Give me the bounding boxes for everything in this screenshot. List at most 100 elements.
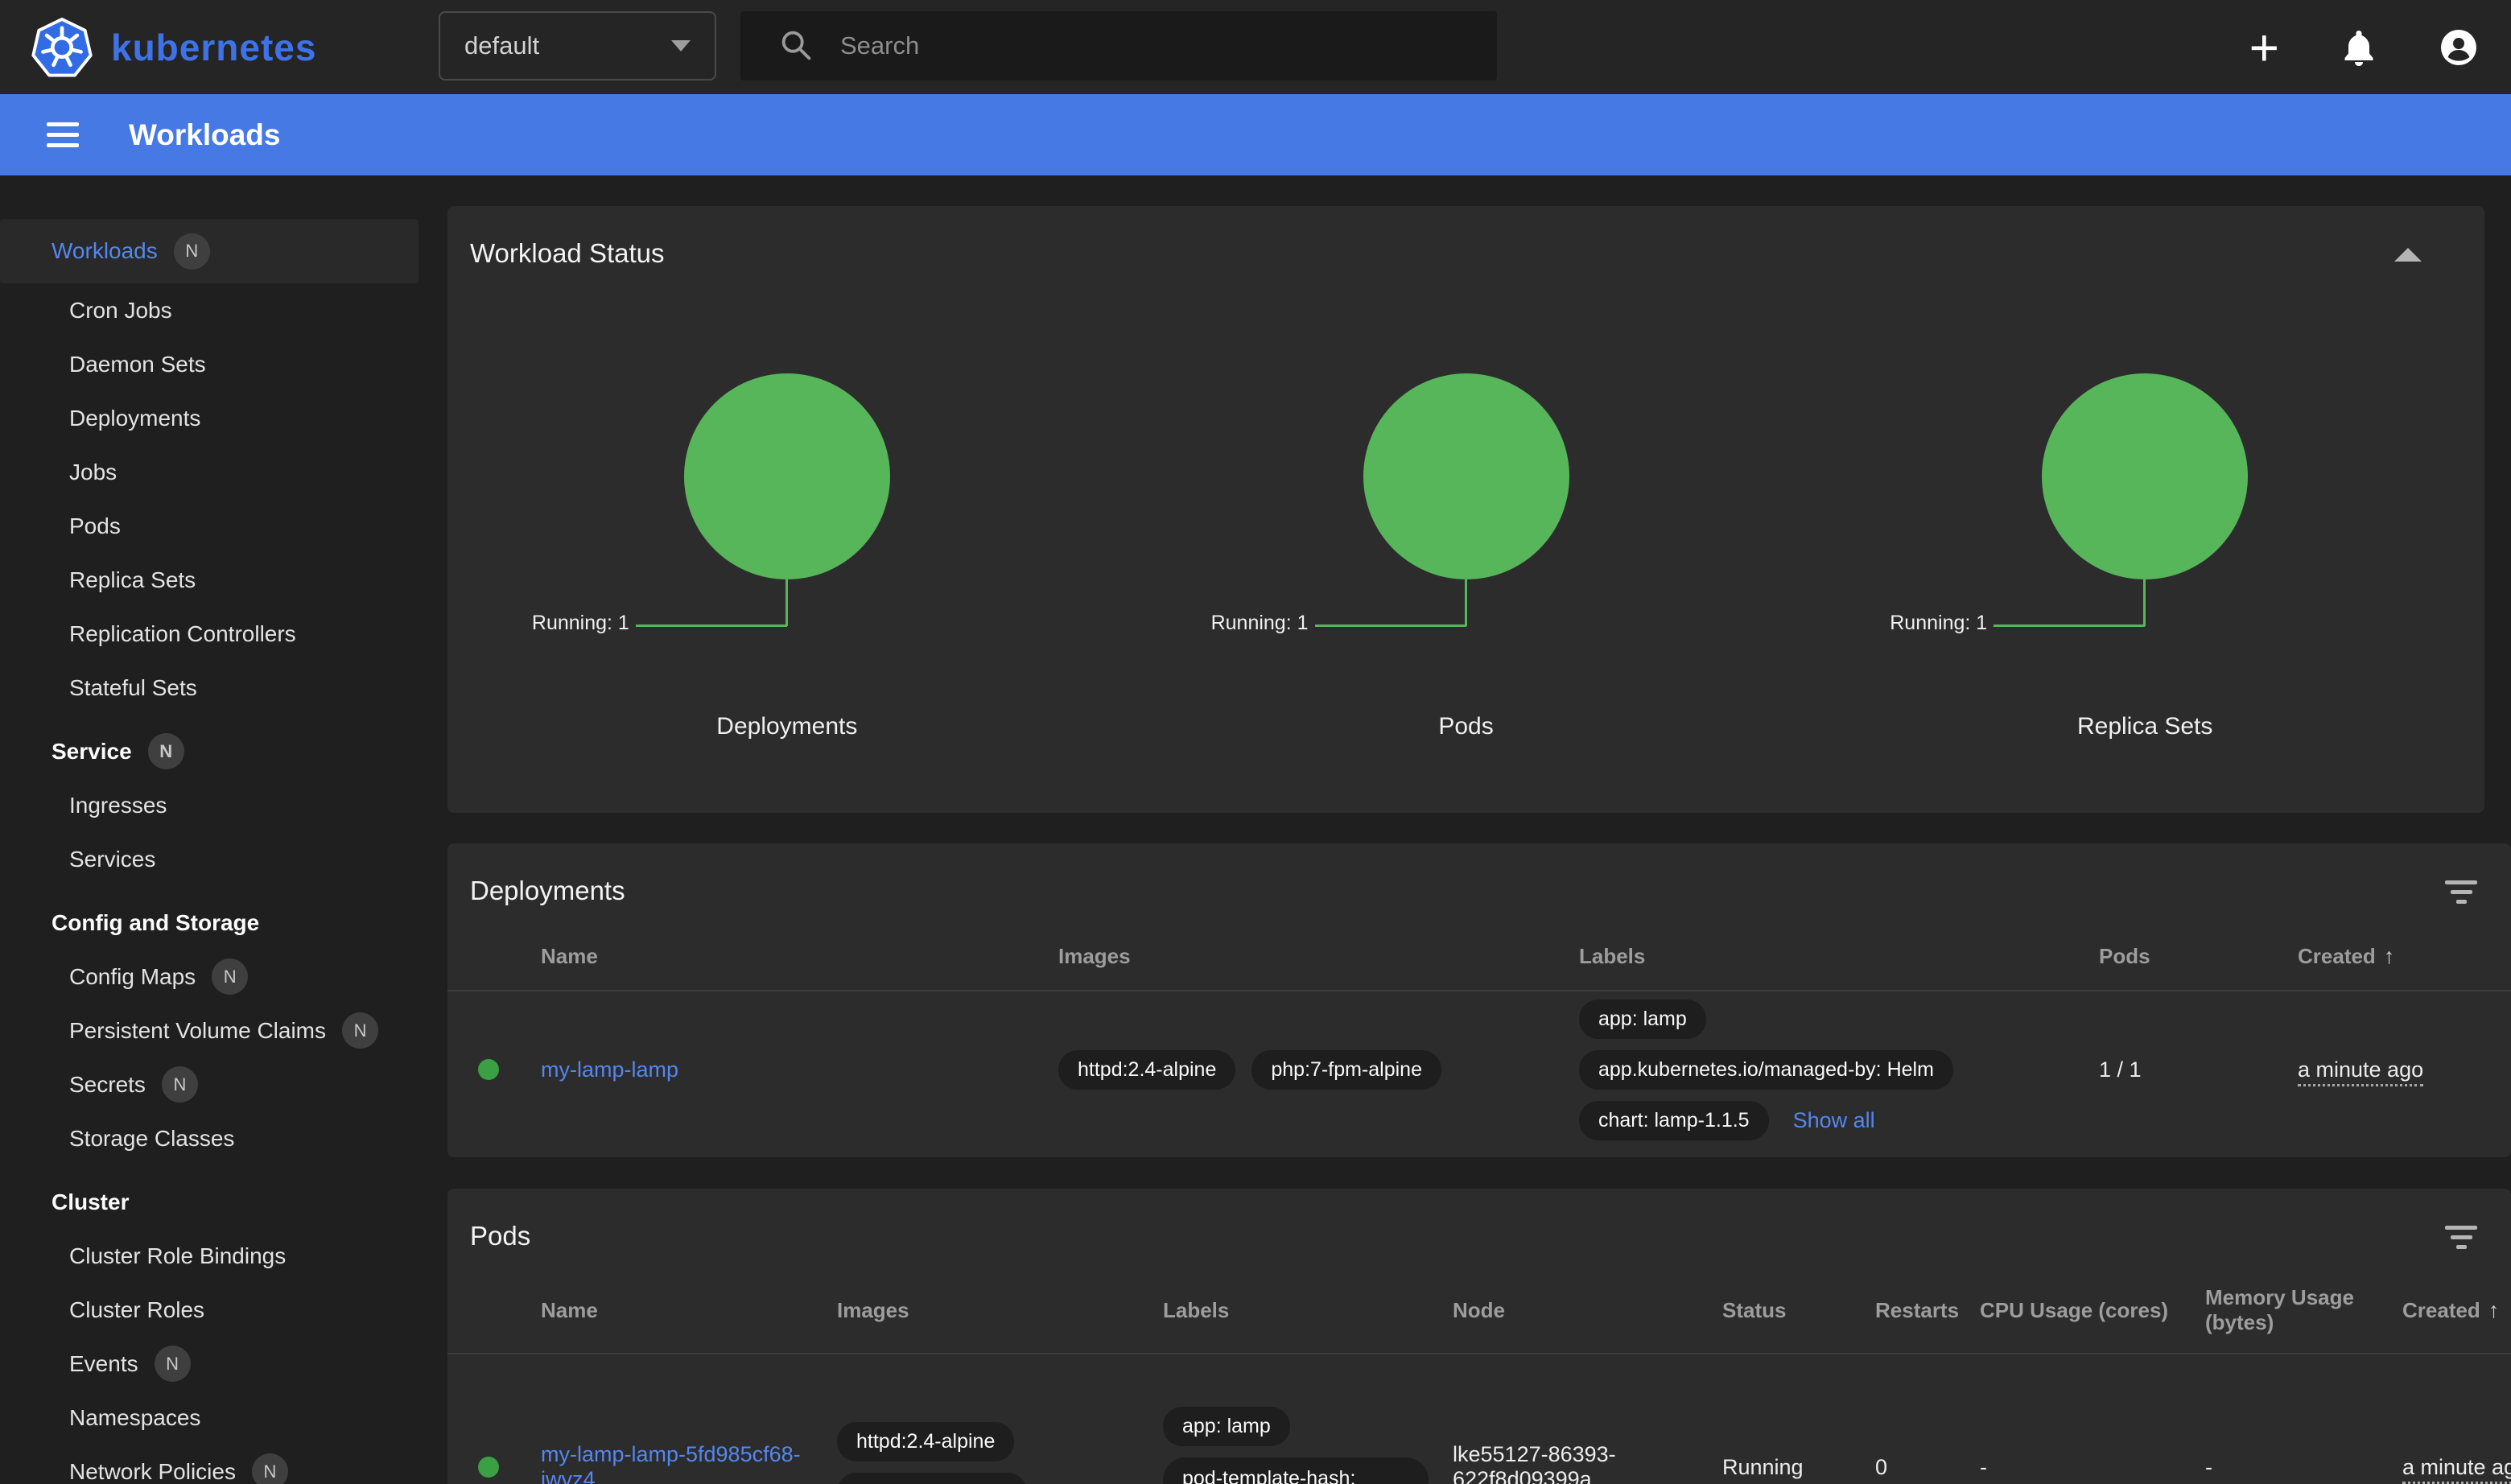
- filter-icon[interactable]: [2445, 880, 2477, 904]
- search-box: [740, 11, 1497, 80]
- namespaced-badge: N: [174, 233, 210, 270]
- image-chip: php:7-fpm-alpine: [1251, 1050, 1441, 1090]
- sidebar-item-replica-sets[interactable]: Replica Sets: [0, 553, 418, 607]
- kubernetes-wheel-icon: [31, 16, 93, 79]
- column-header-created[interactable]: Created↑: [2298, 944, 2511, 969]
- sidebar-item-network-policies[interactable]: Network Policies N: [0, 1445, 418, 1484]
- filter-icon[interactable]: [2445, 1226, 2477, 1249]
- deployment-images-cell: httpd:2.4-alpine php:7-fpm-alpine: [1058, 1050, 1579, 1090]
- namespaced-badge: N: [252, 1453, 288, 1484]
- pie-leader-line: [636, 625, 787, 627]
- sidebar-section-cluster[interactable]: Cluster: [0, 1175, 418, 1229]
- pie-chart-title: Replica Sets: [2077, 713, 2212, 740]
- sidebar-item-ingresses[interactable]: Ingresses: [0, 778, 418, 832]
- column-header-name[interactable]: Name: [541, 944, 1058, 969]
- column-header-memory-usage[interactable]: Memory Usage (bytes): [2205, 1285, 2402, 1335]
- status-ok-icon: [478, 1457, 499, 1478]
- deployment-pods-cell: 1 / 1: [2099, 1057, 2298, 1082]
- sidebar-item-services[interactable]: Services: [0, 832, 418, 886]
- account-circle-icon[interactable]: [2439, 27, 2479, 68]
- sidebar-section-service[interactable]: Service N: [0, 724, 418, 778]
- column-header-node[interactable]: Node: [1453, 1298, 1722, 1323]
- sidebar-item-jobs[interactable]: Jobs: [0, 445, 418, 499]
- column-header-images[interactable]: Images: [1058, 944, 1579, 969]
- search-icon: [777, 27, 816, 65]
- sidebar-item-workloads[interactable]: Workloads N: [0, 219, 418, 283]
- column-header-cpu-usage[interactable]: CPU Usage (cores): [1980, 1298, 2205, 1323]
- sidebar-item-pods[interactable]: Pods: [0, 499, 418, 553]
- pie-leader-line: [1994, 625, 2145, 627]
- deployments-table-header: Name Images Labels Pods Created↑: [447, 922, 2511, 991]
- relative-timestamp: a minute ago: [2402, 1455, 2511, 1484]
- workload-status-charts: Running: 1 Deployments Running: 1 Pods: [447, 373, 2484, 740]
- sort-ascending-icon: ↑: [2384, 944, 2395, 968]
- collapse-card-icon[interactable]: [2394, 248, 2422, 262]
- sidebar-item-storage-classes[interactable]: Storage Classes: [0, 1111, 418, 1165]
- label-chip: app: lamp: [1579, 1000, 1706, 1039]
- deployment-labels-cell: app: lamp app.kubernetes.io/managed-by: …: [1579, 1000, 2099, 1140]
- sidebar-item-replication-controllers[interactable]: Replication Controllers: [0, 607, 418, 661]
- sidebar-item-namespaces[interactable]: Namespaces: [0, 1391, 418, 1445]
- pie-chart-title: Deployments: [716, 713, 857, 740]
- column-header-labels[interactable]: Labels: [1579, 944, 2099, 969]
- column-header-images[interactable]: Images: [837, 1298, 1163, 1323]
- namespace-select[interactable]: default: [439, 11, 716, 80]
- sidebar: Workloads N Cron Jobs Daemon Sets Deploy…: [0, 175, 418, 1484]
- column-header-name[interactable]: Name: [541, 1298, 837, 1323]
- namespaced-badge: N: [342, 1012, 378, 1049]
- pie-slice-running: [1363, 373, 1569, 579]
- pods-card: Pods Name Images Labels Node Status Rest…: [447, 1189, 2511, 1484]
- column-header-created[interactable]: Created↑: [2402, 1298, 2511, 1323]
- pie-chart-title: Pods: [1438, 713, 1493, 740]
- pod-memory-cell: -: [2205, 1455, 2402, 1480]
- sidebar-item-events[interactable]: Events N: [0, 1337, 418, 1391]
- relative-timestamp: a minute ago: [2298, 1057, 2423, 1086]
- pod-created-cell: a minute ago: [2402, 1455, 2511, 1480]
- pod-restarts-cell: 0: [1875, 1455, 1980, 1480]
- sidebar-item-cluster-role-bindings[interactable]: Cluster Role Bindings: [0, 1229, 418, 1283]
- image-chip: httpd:2.4-alpine: [837, 1422, 1014, 1461]
- pods-table-header: Name Images Labels Node Status Restarts …: [447, 1268, 2511, 1354]
- status-ok-icon: [478, 1059, 499, 1080]
- column-header-labels[interactable]: Labels: [1163, 1298, 1453, 1323]
- create-resource-button[interactable]: +: [2249, 22, 2279, 73]
- column-header-pods[interactable]: Pods: [2099, 944, 2298, 969]
- deployment-created-cell: a minute ago: [2298, 1057, 2511, 1082]
- deployments-pie-chart: Running: 1 Deployments: [447, 373, 1127, 740]
- sidebar-item-stateful-sets[interactable]: Stateful Sets: [0, 661, 418, 715]
- menu-icon[interactable]: [47, 122, 79, 147]
- pod-status-cell: Running: [1722, 1455, 1875, 1480]
- sidebar-section-config-and-storage[interactable]: Config and Storage: [0, 896, 418, 950]
- status-cell: [470, 1457, 541, 1478]
- column-header-status[interactable]: Status: [1722, 1298, 1875, 1323]
- sidebar-item-cron-jobs[interactable]: Cron Jobs: [0, 283, 418, 337]
- pie-callout-label: Running: 1: [532, 612, 629, 635]
- deployment-name-cell: my-lamp-lamp: [541, 1057, 1058, 1082]
- sidebar-item-daemon-sets[interactable]: Daemon Sets: [0, 337, 418, 391]
- sidebar-item-persistent-volume-claims[interactable]: Persistent Volume Claims N: [0, 1004, 418, 1057]
- sidebar-item-cluster-roles[interactable]: Cluster Roles: [0, 1283, 418, 1337]
- pie-callout-label: Running: 1: [1211, 612, 1309, 635]
- label-chip: chart: lamp-1.1.5: [1579, 1101, 1769, 1140]
- namespace-select-value: default: [464, 31, 539, 60]
- label-chip: app: lamp: [1163, 1407, 1290, 1446]
- namespaced-badge: N: [155, 1346, 191, 1382]
- pod-node-cell: lke55127-86393-622f8d09399a: [1453, 1442, 1722, 1484]
- sidebar-item-deployments[interactable]: Deployments: [0, 391, 418, 445]
- kubernetes-logo[interactable]: kubernetes: [0, 16, 316, 79]
- page-title: Workloads: [129, 118, 280, 152]
- namespaced-badge: N: [212, 958, 248, 995]
- pods-title: Pods: [447, 1189, 2511, 1251]
- chevron-down-icon: [671, 40, 691, 52]
- search-input[interactable]: [840, 31, 1452, 60]
- sidebar-item-secrets[interactable]: Secrets N: [0, 1057, 418, 1111]
- sidebar-item-config-maps[interactable]: Config Maps N: [0, 950, 418, 1004]
- pie-callout-label: Running: 1: [1890, 612, 1987, 635]
- deployment-link[interactable]: my-lamp-lamp: [541, 1057, 678, 1082]
- notifications-bell-icon[interactable]: [2339, 27, 2379, 68]
- show-all-labels-link[interactable]: Show all: [1793, 1108, 1875, 1133]
- column-header-restarts[interactable]: Restarts: [1875, 1298, 1980, 1323]
- pie-leader-line: [2143, 579, 2146, 626]
- label-chip: pod-template-hash: 5fd985cf68: [1163, 1457, 1429, 1484]
- pod-link[interactable]: my-lamp-lamp-5fd985cf68-jwvz4: [541, 1442, 801, 1484]
